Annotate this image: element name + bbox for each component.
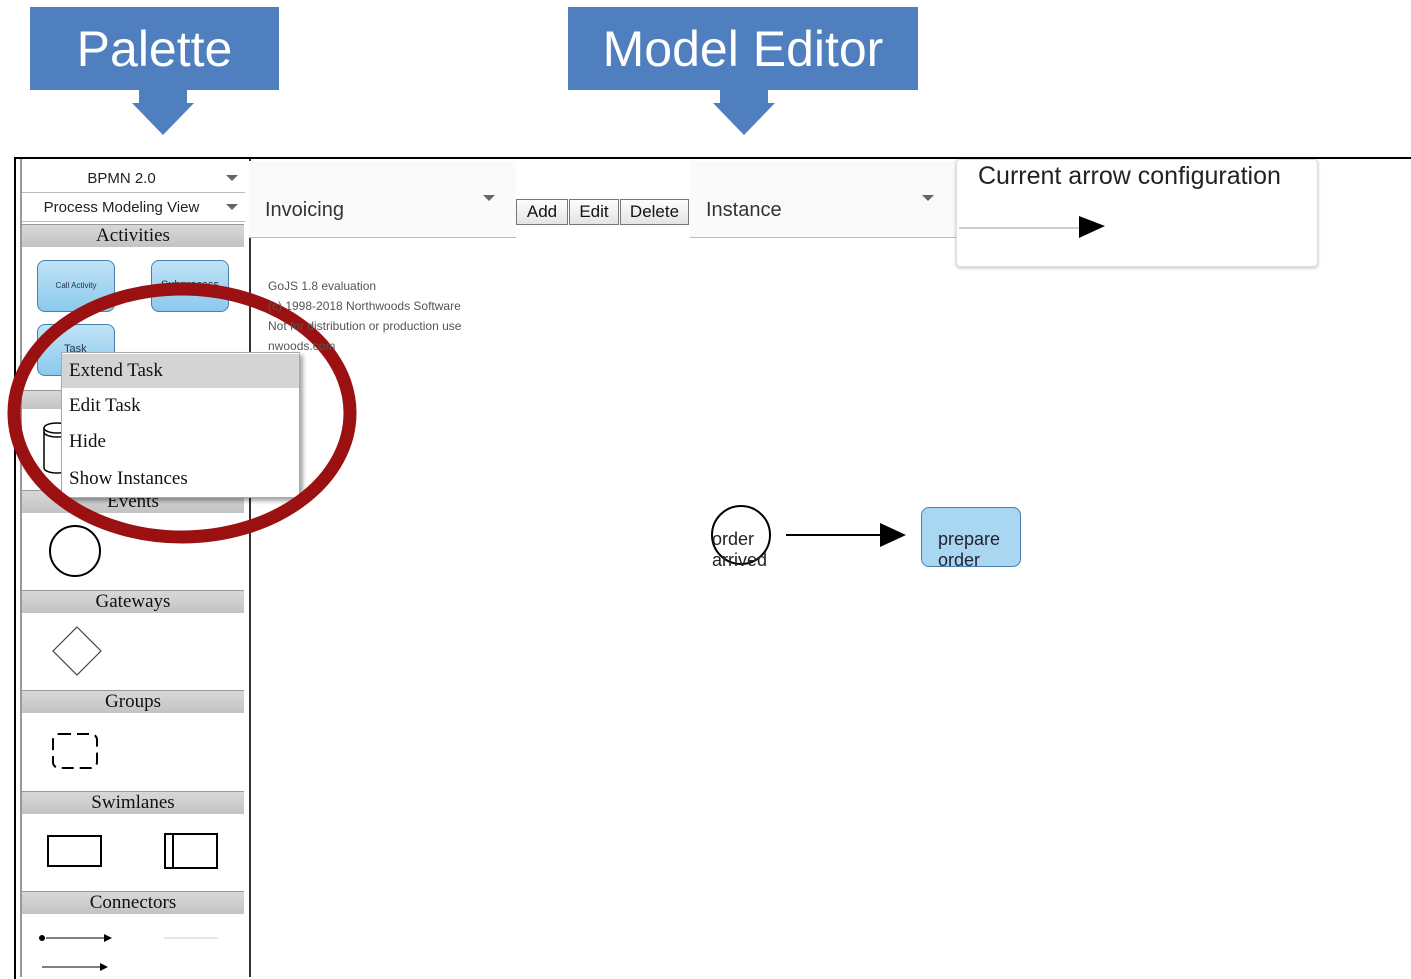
watermark-line-4: nwoods.com [268,339,336,353]
model-editor-callout-arrow-stem [720,90,768,104]
view-select-value: Process Modeling View [43,199,200,216]
chevron-down-icon [483,195,495,201]
watermark-line-1: GoJS 1.8 evaluation [268,279,377,293]
chevron-down-icon [922,195,934,201]
palette-callout: Palette [30,7,279,90]
section-swimlanes[interactable]: Swimlanes [22,791,244,814]
watermark-line-2: (c) 1998-2018 Northwoods Software [268,299,461,313]
palette-callout-arrow-icon [132,103,194,135]
model-editor-callout-label: Model Editor [602,20,884,77]
section-activities[interactable]: Activities [22,224,244,247]
language-select[interactable]: BPMN 2.0 [22,166,245,193]
section-gateways[interactable]: Gateways [22,590,244,613]
message-flow-icon[interactable] [36,930,116,946]
prepare-order-label: prepare order [938,529,1001,567]
model-editor-callout: Model Editor [568,7,918,90]
arrow-config-title: Current arrow configuration [978,162,1281,190]
chevron-down-icon [226,175,238,181]
edit-button[interactable]: Edit [569,199,619,225]
sequence-flow-edge[interactable] [784,520,912,552]
instance-select-value: Instance [706,199,782,221]
group-icon[interactable] [50,730,100,772]
palette-callout-label: Palette [76,20,233,77]
instance-select[interactable]: Instance [690,161,956,238]
view-select[interactable]: Process Modeling View [22,195,245,222]
section-connectors[interactable]: Connectors [22,891,244,914]
add-button[interactable]: Add [516,199,568,225]
model-editor-callout-arrow-icon [713,103,775,135]
association-icon[interactable] [162,930,220,946]
sequence-flow-icon[interactable] [40,959,110,975]
gateway-icon[interactable] [51,625,103,677]
pool-icon[interactable] [46,834,104,870]
model-select-value: Invoicing [265,199,344,221]
language-select-value: BPMN 2.0 [87,170,156,187]
delete-button[interactable]: Delete [620,199,689,225]
arrow-config-panel[interactable]: Current arrow configuration [956,159,1318,267]
start-event-label: order arrived [712,529,768,570]
section-groups[interactable]: Groups [22,690,244,713]
lane-icon[interactable] [163,832,221,872]
watermark-line-3: Not for distribution or production use [268,319,462,333]
arrow-preview-icon [959,216,1105,238]
chevron-down-icon [226,204,238,210]
model-select[interactable]: Invoicing [249,161,516,238]
prepare-order-task[interactable]: prepare order [921,507,1021,567]
palette-callout-arrow-stem [139,90,187,104]
